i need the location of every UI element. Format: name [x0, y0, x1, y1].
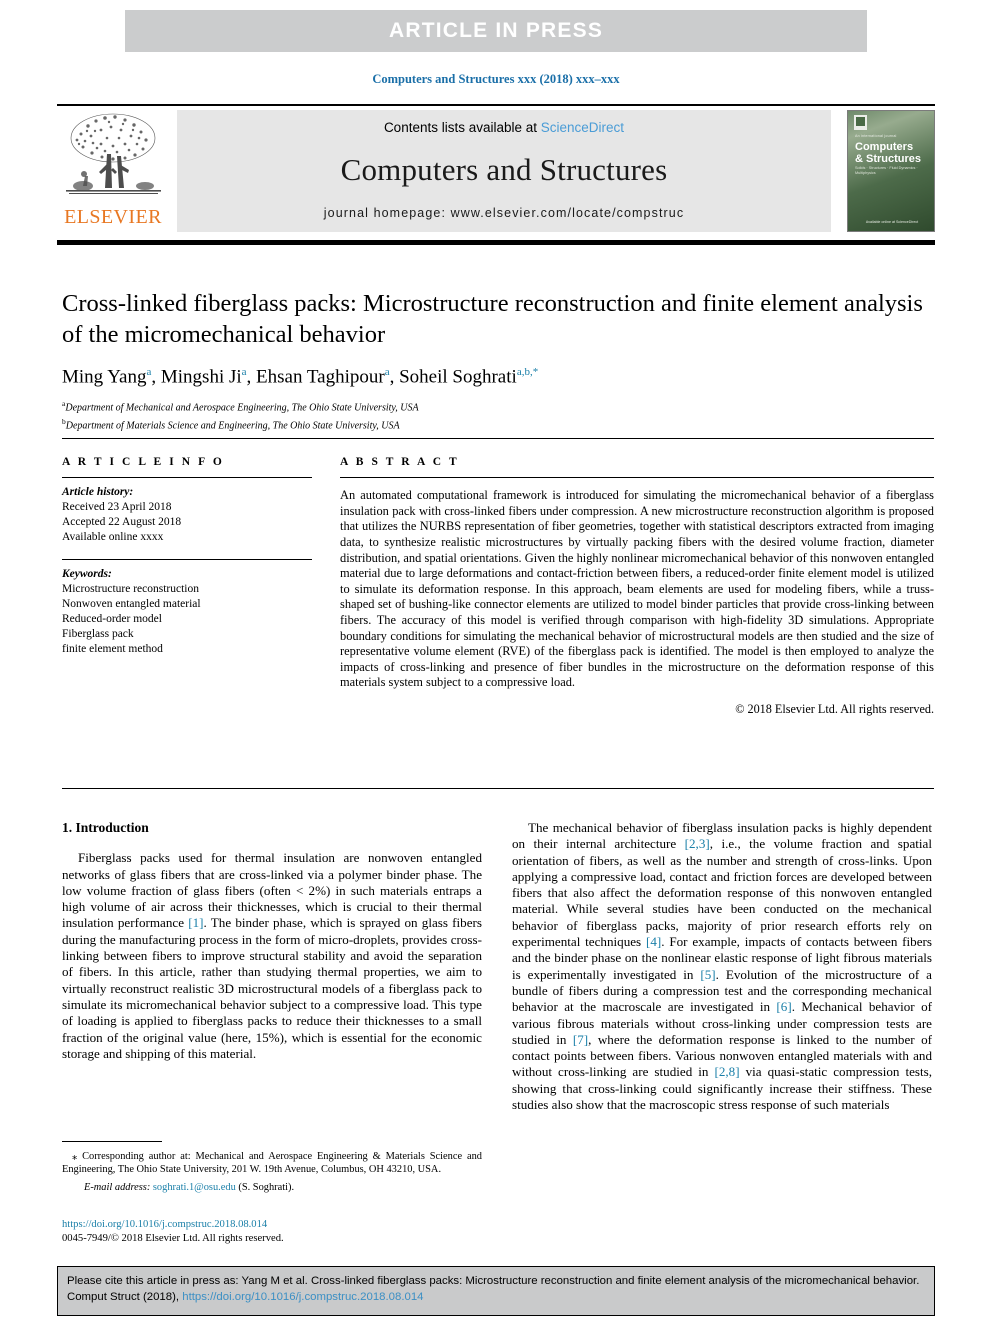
article-history-item: Received 23 April 2018 [62, 501, 172, 514]
author-name: Mingshi Ji [160, 366, 242, 388]
citation-ref[interactable]: [5] [700, 967, 715, 982]
abstract-column: A B S T R A C T An automated computation… [340, 456, 934, 717]
author-name: Soheil Soghrati [399, 366, 517, 388]
cover-title: Computers & Structures [855, 141, 921, 165]
rule-under-abstract [62, 788, 934, 790]
citation-ref[interactable]: [2,3] [685, 836, 710, 851]
paper-title: Cross-linked fiberglass packs: Microstru… [62, 290, 923, 348]
citation-ref[interactable]: [2,8] [714, 1064, 739, 1079]
article-in-press-label: ARTICLE IN PRESS [388, 19, 604, 42]
article-history-item: Accepted 22 August 2018 [62, 516, 182, 529]
issn-copyright-line: 0045-7949/© 2018 Elsevier Ltd. All right… [62, 1232, 284, 1244]
article-info-rule-2 [62, 559, 312, 561]
body-text-segment: , i.e., the volume fraction and spatial … [512, 836, 932, 950]
article-history-item: Available online xxxx [62, 531, 164, 544]
keywords-lines: Microstructure reconstruction Nonwoven en… [62, 582, 312, 657]
affiliation-line: aDepartment of Mechanical and Aerospace … [62, 399, 419, 414]
journal-reference-line: Computers and Structures xxx (2018) xxx–… [372, 72, 620, 86]
keywords-label: Keywords: [62, 568, 112, 581]
abstract-heading: A B S T R A C T [340, 456, 460, 468]
footnote-rule [62, 1141, 162, 1143]
title-block: Cross-linked fiberglass packs: Microstru… [62, 288, 934, 432]
sciencedirect-link[interactable]: ScienceDirect [541, 120, 624, 135]
email-line: E-mail address: soghrati.1@osu.edu (S. S… [62, 1181, 482, 1194]
author-name: Ming Yang [62, 366, 147, 388]
article-history-lines: Received 23 April 2018 Accepted 22 August… [62, 500, 312, 545]
footnotes-block: ⁎ Corresponding author at: Mechanical an… [62, 1150, 482, 1194]
author-affiliation-marker: a [241, 366, 247, 378]
keyword-item: finite element method [62, 643, 163, 656]
intro-paragraph-right: The mechanical behavior of fiberglass in… [512, 820, 932, 1113]
intro-paragraph-left: Fiberglass packs used for thermal insula… [62, 850, 482, 1062]
masthead-top-rule [57, 104, 935, 107]
cover-elsevier-mark-icon [854, 115, 867, 130]
email-address-link[interactable]: soghrati.1@osu.edu [153, 1182, 236, 1193]
section-title-introduction: 1. Introduction [62, 820, 149, 835]
cover-top-text: An international journal [855, 134, 897, 138]
body-column-left: 1. Introduction Fiberglass packs used fo… [62, 820, 482, 1062]
citation-ref[interactable]: [4] [646, 934, 661, 949]
keyword-item: Fiberglass pack [62, 628, 134, 641]
journal-homepage-line[interactable]: journal homepage: www.elsevier.com/locat… [324, 206, 684, 220]
keyword-item: Reduced-order model [62, 613, 162, 626]
keyword-item: Nonwoven entangled material [62, 598, 201, 611]
doi-link[interactable]: https://doi.org/10.1016/j.compstruc.2018… [62, 1218, 492, 1232]
journal-cover-thumbnail: An international journal Computers & Str… [847, 110, 935, 232]
citation-ref[interactable]: [7] [573, 1032, 588, 1047]
cover-title-line1: Computers [855, 141, 914, 153]
affiliation-line: bDepartment of Materials Science and Eng… [62, 416, 400, 431]
journal-title: Computers and Structures [340, 151, 668, 187]
body-column-right: The mechanical behavior of fiberglass in… [512, 820, 932, 1113]
rule-under-authors [62, 438, 934, 440]
elsevier-logo: ELSEVIER [57, 110, 169, 232]
elsevier-wordmark: ELSEVIER [64, 206, 162, 228]
corresponding-author-note: ⁎ Corresponding author at: Mechanical an… [62, 1151, 482, 1176]
article-info-rule [62, 477, 312, 479]
citation-doi-link[interactable]: https://doi.org/10.1016/j.compstruc.2018… [182, 1291, 423, 1303]
article-info-heading: A R T I C L E I N F O [62, 456, 225, 468]
keyword-item: Microstructure reconstruction [62, 583, 199, 596]
author-name: Ehsan Taghipour [256, 366, 385, 388]
author-affiliation-marker: a [384, 366, 390, 378]
author-affiliation-marker: a [146, 366, 152, 378]
article-in-press-banner: ARTICLE IN PRESS [125, 10, 867, 52]
article-history-group: Article history: Received 23 April 2018 A… [62, 485, 312, 545]
intro-text-2: . The binder phase, which is sprayed on … [62, 915, 482, 1061]
journal-masthead: ELSEVIER Contents lists available at Sci… [57, 110, 935, 232]
affiliation-list: aDepartment of Mechanical and Aerospace … [62, 397, 934, 432]
elsevier-tree-icon [66, 113, 161, 194]
keywords-group: Keywords: Microstructure reconstruction N… [62, 567, 312, 657]
cover-title-line2: & Structures [855, 153, 922, 165]
masthead-bottom-rule [57, 240, 935, 245]
doi-block: https://doi.org/10.1016/j.compstruc.2018… [62, 1218, 492, 1245]
citation-ref-1[interactable]: [1] [188, 915, 203, 930]
email-label: E-mail address: [84, 1182, 151, 1194]
abstract-text: An automated computational framework is … [340, 488, 934, 690]
abstract-rule [340, 477, 934, 479]
cover-subtitle: Solids · Structures · Fluid Dynamics · M… [855, 166, 918, 175]
contents-lists-prefix: Contents lists available at [383, 120, 541, 135]
contents-lists-line: Contents lists available at ScienceDirec… [384, 120, 624, 135]
email-suffix: (S. Soghrati). [235, 1182, 295, 1194]
masthead-center-panel: Contents lists available at ScienceDirec… [177, 110, 831, 232]
citation-instruction-box: Please cite this article in press as: Ya… [57, 1266, 935, 1316]
author-list: Ming Yanga, Mingshi Jia, Ehsan Taghipour… [62, 366, 539, 388]
article-info-column: A R T I C L E I N F O Article history: R… [62, 456, 312, 657]
citation-ref[interactable]: [6] [776, 999, 791, 1014]
abstract-copyright: © 2018 Elsevier Ltd. All rights reserved… [735, 701, 934, 716]
author-affiliation-marker: a,b,* [516, 366, 539, 378]
article-history-label: Article history: [62, 486, 134, 499]
cover-bottom-text: Available online at ScienceDirect [865, 220, 919, 224]
